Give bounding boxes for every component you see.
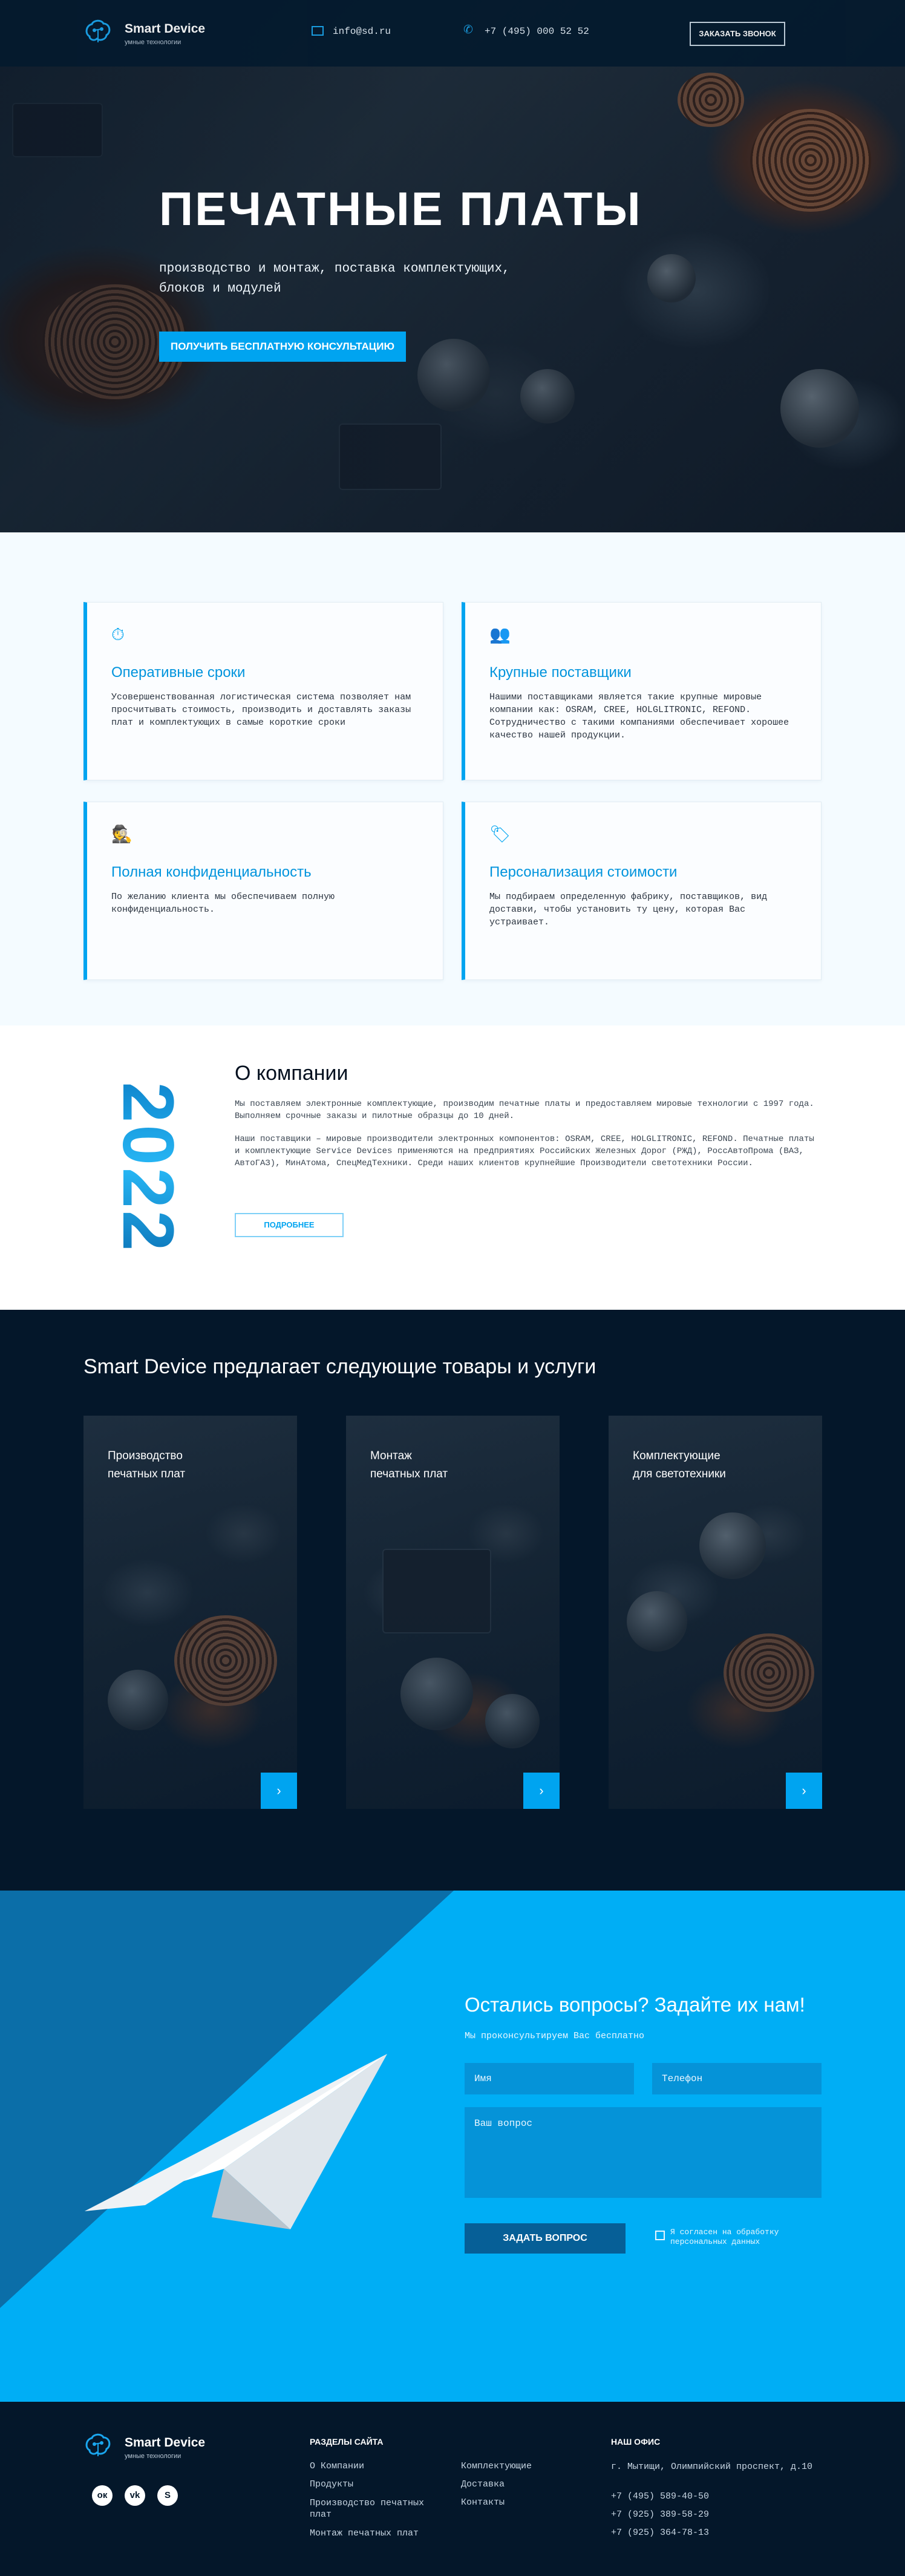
- service-arrow-button[interactable]: ›: [523, 1773, 560, 1809]
- service-card[interactable]: Монтаж печатных плат ›: [346, 1416, 560, 1809]
- service-label-line: Комплектующие: [633, 1450, 720, 1462]
- footer-phone[interactable]: +7 (925) 364-78-13: [611, 2528, 709, 2538]
- about-paragraph: Наши поставщики – мировые производители …: [235, 1134, 814, 1168]
- about-section: 2022 О компании Мы поставляем электронны…: [0, 1025, 905, 1310]
- service-label: Комплектующие для светотехники: [633, 1447, 778, 1483]
- feature-card: 🏷 Персонализация стоимости Мы подбираем …: [462, 802, 822, 980]
- hero-subtitle: производство и монтаж, поставка комплект…: [159, 259, 510, 299]
- callback-button[interactable]: ЗАКАЗАТЬ ЗВОНОК: [690, 22, 785, 46]
- footer-phone[interactable]: +7 (925) 389-58-29: [611, 2509, 709, 2520]
- about-title: О компании: [235, 1062, 348, 1085]
- feature-card: 🕵 Полная конфиденциальность По желанию к…: [83, 802, 443, 980]
- feature-text: По желанию клиента мы обеспечиваем полну…: [111, 892, 335, 915]
- footer-brand-tagline: умные технологии: [125, 2453, 181, 2460]
- features-section: ⏱ Оперативные сроки Усовершенствованная …: [0, 532, 905, 1025]
- service-arrow-button[interactable]: ›: [261, 1773, 297, 1809]
- vk-icon[interactable]: vk: [125, 2485, 145, 2506]
- hero-title: ПЕЧАТНЫЕ ПЛАТЫ: [159, 182, 642, 235]
- feature-title: Крупные поставщики: [489, 664, 632, 681]
- year-graphic: 2022: [108, 1068, 189, 1267]
- name-input[interactable]: Имя: [465, 2063, 634, 2094]
- feature-card: 👥 Крупные поставщики Нашими поставщиками…: [462, 602, 822, 780]
- service-label-line: печатных плат: [370, 1468, 448, 1480]
- feature-title: Оперативные сроки: [111, 664, 246, 681]
- footer-link-products[interactable]: Продукты: [310, 2479, 353, 2489]
- service-card[interactable]: Комплектующие для светотехники ›: [609, 1416, 822, 1809]
- service-label: Производство печатных плат: [108, 1447, 253, 1483]
- team-icon: 👥: [489, 625, 511, 644]
- site-footer: Smart Device умные технологии ок vk S РА…: [0, 2402, 905, 2576]
- consent-label-line: персональных данных: [670, 2237, 760, 2246]
- phone-input[interactable]: Телефон: [652, 2063, 822, 2094]
- footer-phone[interactable]: +7 (495) 589-40-50: [611, 2491, 709, 2502]
- consent-label: Я согласен на обработку персональных данн…: [670, 2228, 815, 2247]
- brand-name: Smart Device: [125, 22, 206, 36]
- footer-address: г. Мытищи, Олимпийский проспект, д.10: [611, 2462, 813, 2472]
- footer-brand-name: Smart Device: [125, 2436, 206, 2450]
- header-phone[interactable]: +7 (495) 000 52 52: [485, 26, 589, 37]
- site-header: Smart Device умные технологии info@sd.ru…: [0, 0, 905, 67]
- services-title: Smart Device предлагает следующие товары…: [83, 1355, 596, 1378]
- contact-title: Остались вопросы? Задайте их нам!: [465, 1993, 805, 2016]
- question-textarea[interactable]: Ваш вопрос: [465, 2107, 822, 2198]
- year-label: 2022: [108, 1068, 189, 1267]
- feature-text: Усовершенствованная логистическая систем…: [111, 692, 411, 728]
- header-email[interactable]: info@sd.ru: [333, 26, 391, 37]
- stopwatch-icon: ⏱: [111, 625, 125, 644]
- feature-card: ⏱ Оперативные сроки Усовершенствованная …: [83, 602, 443, 780]
- paper-plane-icon: [85, 2054, 387, 2229]
- feature-text: Мы подбираем определенную фабрику, поста…: [489, 892, 768, 927]
- service-label: Монтаж печатных плат: [370, 1447, 515, 1483]
- footer-link-pcb-assembly[interactable]: Монтаж печатных плат: [310, 2528, 419, 2538]
- service-label-line: Производство: [108, 1450, 183, 1462]
- about-paragraph: Мы поставляем электронные комплектующие,…: [235, 1099, 814, 1121]
- service-arrow-button[interactable]: ›: [786, 1773, 822, 1809]
- footer-link-pcb-production[interactable]: Производство печатных плат: [310, 2497, 437, 2520]
- consent-label-line: Я согласен на обработку: [670, 2228, 779, 2237]
- service-label-line: для светотехники: [633, 1468, 726, 1480]
- consent-checkbox[interactable]: [655, 2231, 665, 2240]
- feature-text: Нашими поставщиками является такие крупн…: [489, 692, 789, 740]
- submit-question-button[interactable]: ЗАДАТЬ ВОПРОС: [465, 2223, 626, 2254]
- hero-subtitle-line: производство и монтаж, поставка комплект…: [159, 262, 510, 276]
- footer-link-about[interactable]: О Компании: [310, 2461, 364, 2471]
- skype-icon[interactable]: S: [157, 2485, 178, 2506]
- contact-section: Остались вопросы? Задайте их нам! Мы про…: [0, 1891, 905, 2402]
- hero-subtitle-line: блоков и модулей: [159, 282, 281, 296]
- contact-subtitle: Мы проконсультируем Вас бесплатно: [465, 2031, 645, 2041]
- brain-logo-icon[interactable]: [83, 18, 113, 46]
- hero-section: ПЕЧАТНЫЕ ПЛАТЫ производство и монтаж, по…: [0, 0, 905, 532]
- feature-title: Полная конфиденциальность: [111, 864, 312, 880]
- footer-link-components[interactable]: Комплектующие: [461, 2461, 532, 2471]
- brain-logo-icon[interactable]: [83, 2432, 113, 2460]
- spy-icon: 🕵: [111, 825, 132, 843]
- service-label-line: Монтаж: [370, 1450, 412, 1462]
- footer-sections-title: РАЗДЕЛЫ САЙТА: [310, 2437, 384, 2447]
- service-label-line: печатных плат: [108, 1468, 186, 1480]
- mail-icon: [312, 26, 324, 36]
- odnoklassniki-icon[interactable]: ок: [92, 2485, 113, 2506]
- phone-icon: ✆: [463, 24, 473, 36]
- about-more-button[interactable]: ПОДРОБНЕЕ: [235, 1213, 344, 1237]
- hero-consultation-button[interactable]: ПОЛУЧИТЬ БЕСПЛАТНУЮ КОНСУЛЬТАЦИЮ: [159, 332, 406, 362]
- footer-link-contacts[interactable]: Контакты: [461, 2497, 505, 2508]
- footer-office-title: НАШ ОФИС: [611, 2437, 661, 2447]
- price-tag-icon: 🏷: [489, 825, 511, 843]
- service-card[interactable]: Производство печатных плат ›: [83, 1416, 297, 1809]
- brand-tagline: умные технологии: [125, 39, 181, 46]
- feature-title: Персонализация стоимости: [489, 864, 678, 880]
- footer-link-delivery[interactable]: Доставка: [461, 2479, 505, 2489]
